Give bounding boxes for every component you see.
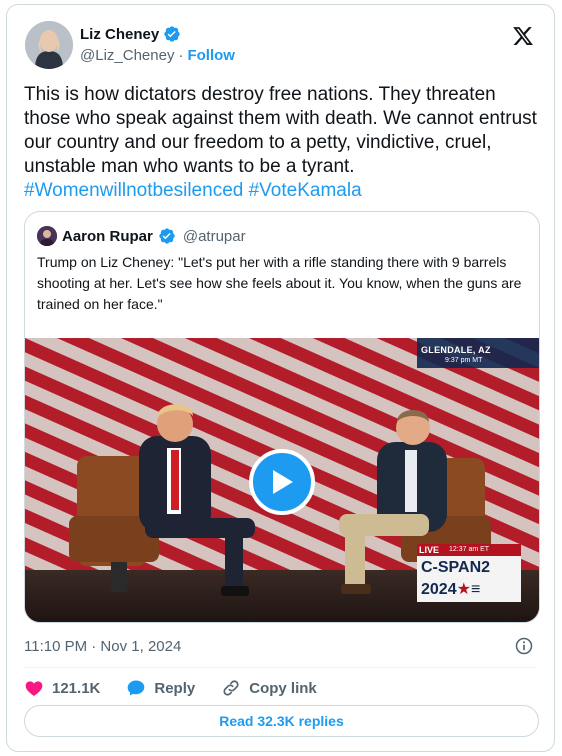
verified-badge-icon bbox=[164, 26, 180, 42]
x-logo-icon[interactable] bbox=[512, 25, 534, 47]
quote-author-name: Aaron Rupar bbox=[62, 227, 153, 245]
quote-header: Aaron Rupar @atrupar bbox=[37, 226, 246, 246]
divider bbox=[24, 667, 537, 668]
like-button[interactable]: 121.1K bbox=[24, 678, 100, 698]
author-handle[interactable]: @Liz_Cheney bbox=[80, 47, 174, 64]
live-time-label: 12:37 am ET bbox=[449, 546, 490, 553]
play-icon bbox=[273, 470, 293, 494]
video-time-label: 9:37 pm MT bbox=[445, 357, 483, 364]
network-label: C-SPAN2 bbox=[421, 559, 491, 576]
copy-link-label: Copy link bbox=[249, 679, 317, 697]
reply-label: Reply bbox=[154, 679, 196, 697]
reply-button[interactable]: Reply bbox=[126, 678, 195, 698]
video-player[interactable]: GLENDALE, AZ 9:37 pm MT LIVE 12:37 am ET… bbox=[25, 338, 539, 622]
author-name[interactable]: Liz Cheney bbox=[80, 26, 159, 43]
hashtag-link[interactable]: #Womenwillnotbesilenced bbox=[24, 180, 243, 201]
play-button[interactable] bbox=[249, 449, 315, 515]
follow-button[interactable]: Follow bbox=[187, 47, 235, 64]
heart-icon bbox=[25, 681, 43, 696]
video-location-label: GLENDALE, AZ bbox=[421, 345, 491, 355]
tweet-text: This is how dictators destroy free natio… bbox=[24, 83, 544, 203]
author-avatar[interactable] bbox=[25, 21, 73, 69]
quote-author-handle: @atrupar bbox=[182, 227, 246, 245]
author-name-row: Liz Cheney bbox=[80, 25, 181, 43]
live-label: LIVE bbox=[419, 545, 440, 555]
verified-badge-icon bbox=[159, 228, 175, 244]
read-replies-button[interactable]: Read 32.3K replies bbox=[24, 705, 539, 737]
author-handle-row: @Liz_Cheney · Follow bbox=[80, 47, 235, 64]
reply-icon bbox=[128, 680, 145, 696]
tweet-body: This is how dictators destroy free natio… bbox=[24, 84, 537, 177]
quote-avatar bbox=[37, 226, 57, 246]
copy-link-button[interactable]: Copy link bbox=[221, 678, 317, 698]
link-icon bbox=[223, 680, 239, 696]
like-count: 121.1K bbox=[52, 679, 101, 697]
info-icon[interactable] bbox=[514, 636, 534, 656]
hashtag-link[interactable]: #VoteKamala bbox=[249, 180, 362, 201]
action-bar: 121.1K Reply Copy link bbox=[24, 675, 343, 701]
tweet-card: Liz Cheney @Liz_Cheney · Follow This is … bbox=[6, 4, 555, 752]
tweet-timestamp[interactable]: 11:10 PM · Nov 1, 2024 bbox=[24, 638, 181, 655]
quote-text: Trump on Liz Cheney: "Let's put her with… bbox=[37, 254, 522, 312]
separator-dot: · bbox=[178, 47, 184, 64]
quoted-tweet[interactable]: Aaron Rupar @atrupar Trump on Liz Cheney… bbox=[24, 211, 540, 623]
network-year-label: 2024★≡ bbox=[421, 581, 481, 598]
